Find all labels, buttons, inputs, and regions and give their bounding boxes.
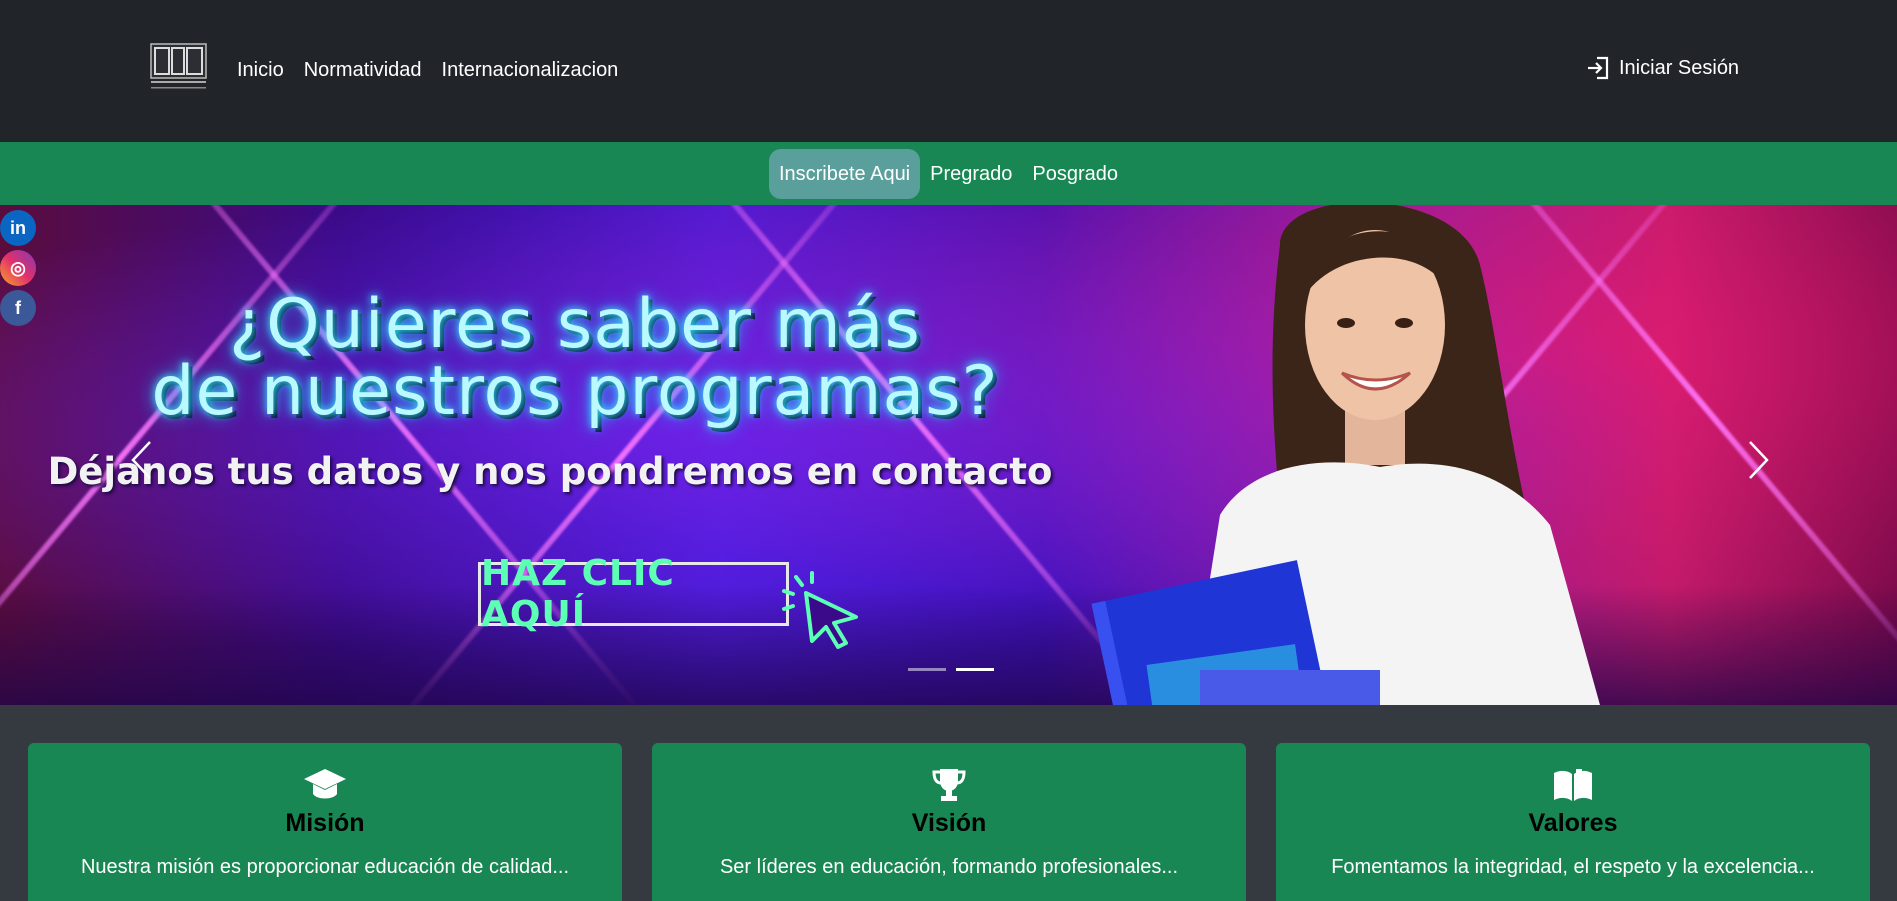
card-title: Visión — [911, 809, 987, 837]
valores-card: Valores Fomentamos la integridad, el res… — [1276, 743, 1870, 901]
login-icon — [1588, 56, 1609, 80]
top-navbar: Inicio Normatividad Internacionalizacion… — [0, 0, 1897, 142]
hero-headline-line2: de nuestros programas? — [151, 352, 999, 431]
vision-card: Visión Ser líderes en educación, formand… — [652, 743, 1246, 901]
corhuila-logo[interactable] — [150, 43, 207, 91]
hero-cta-button[interactable]: HAZ CLIC AQUÍ — [478, 553, 789, 635]
subnav-posgrado[interactable]: Posgrado — [1022, 149, 1128, 199]
mision-card: Misión Nuestra misión es proporcionar ed… — [28, 743, 622, 901]
chevron-right-icon — [1749, 441, 1769, 479]
hero-carousel: ¿Quieres saber más de nuestros programas… — [0, 205, 1897, 705]
facebook-icon[interactable]: f — [0, 290, 36, 326]
program-subnav: Inscribete Aqui Pregrado Posgrado — [0, 142, 1897, 205]
graduation-cap-icon — [304, 769, 346, 799]
subnav-pregrado[interactable]: Pregrado — [920, 149, 1022, 199]
subnav-inscribete[interactable]: Inscribete Aqui — [768, 148, 921, 199]
info-cards: Misión Nuestra misión es proporcionar ed… — [28, 743, 1870, 901]
login-label: Iniciar Sesión — [1619, 56, 1740, 79]
carousel-indicators — [908, 668, 994, 671]
open-book-icon — [1554, 769, 1592, 801]
card-title: Misión — [285, 809, 365, 837]
social-links: in ◎ f — [0, 210, 36, 326]
cursor-icon — [782, 571, 858, 649]
hero-subline: Déjanos tus datos y nos pondremos en con… — [47, 450, 1053, 493]
carousel-next-button[interactable] — [1748, 440, 1770, 489]
login-button[interactable]: Iniciar Sesión — [1585, 55, 1739, 81]
nav-normatividad[interactable]: Normatividad — [304, 57, 422, 83]
linkedin-icon[interactable]: in — [0, 210, 36, 246]
instagram-icon[interactable]: ◎ — [0, 250, 36, 286]
trophy-icon — [932, 769, 966, 801]
nav-inicio[interactable]: Inicio — [237, 57, 284, 83]
chevron-left-icon — [131, 441, 151, 479]
carousel-indicator[interactable] — [956, 668, 994, 671]
card-text: Nuestra misión es proporcionar educación… — [80, 856, 570, 878]
card-text: Fomentamos la integridad, el respeto y l… — [1331, 856, 1815, 878]
card-title: Valores — [1528, 809, 1618, 837]
card-text: Ser líderes en educación, formando profe… — [719, 856, 1179, 878]
nav-internacionalizacion[interactable]: Internacionalizacion — [442, 57, 619, 83]
student-photo — [1091, 205, 1600, 705]
carousel-indicator[interactable] — [908, 668, 946, 671]
main-nav: Inicio Normatividad Internacionalizacion — [237, 57, 638, 83]
carousel-prev-button[interactable] — [130, 440, 152, 489]
